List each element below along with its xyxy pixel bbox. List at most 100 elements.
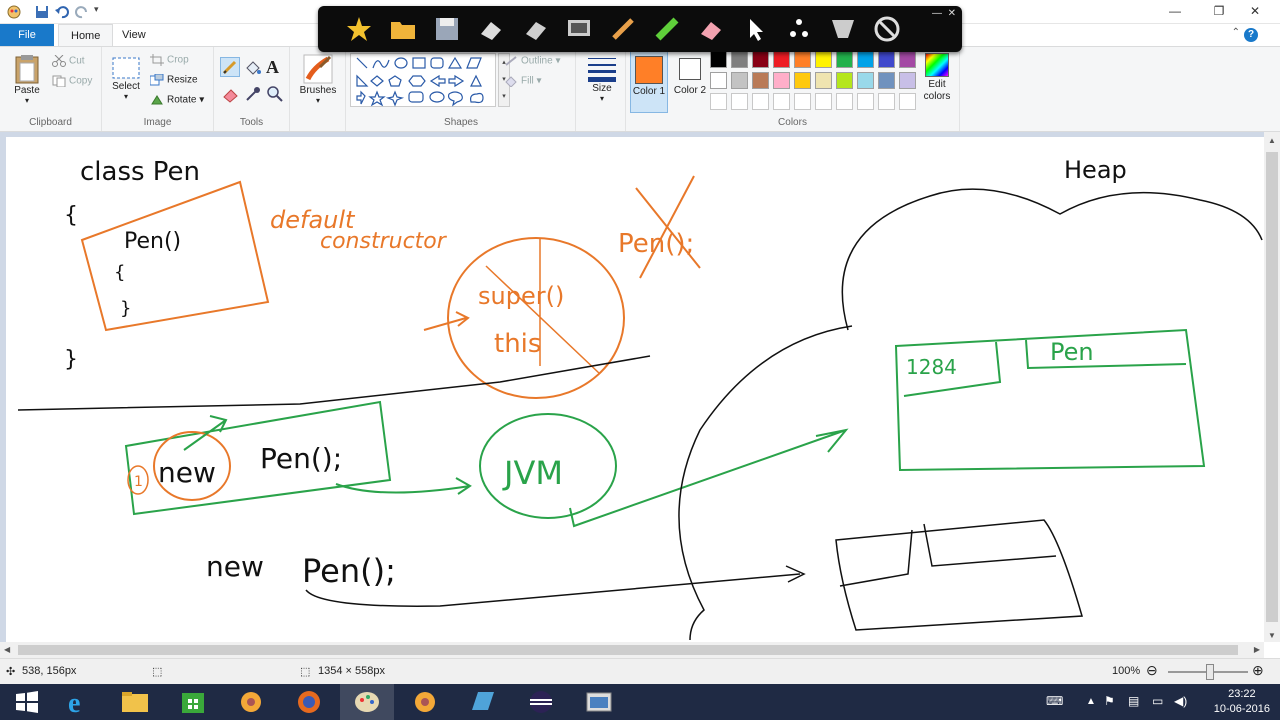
crop-button[interactable]: Crop [150, 54, 189, 66]
taskbar-app-flower[interactable] [224, 684, 278, 720]
folder-icon[interactable] [388, 14, 418, 44]
palette-custom-swatch[interactable] [836, 93, 853, 110]
palette-custom-swatch[interactable] [899, 93, 916, 110]
palette-custom-swatch[interactable] [794, 93, 811, 110]
scroll-left-icon[interactable]: ◀ [4, 645, 10, 654]
edit-colors-button[interactable]: Edit colors [918, 51, 956, 103]
fill-tool[interactable] [244, 59, 262, 77]
palette-color-swatch[interactable] [794, 72, 811, 89]
taskbar-ie[interactable]: e [54, 684, 108, 720]
battery-icon[interactable]: ▭ [1152, 694, 1163, 708]
palette-custom-swatch[interactable] [752, 93, 769, 110]
color-picker-tool[interactable] [244, 85, 262, 103]
palette-color-swatch[interactable] [815, 72, 832, 89]
palette-color-swatch[interactable] [836, 51, 853, 68]
action-center-icon[interactable]: ⚑ [1104, 694, 1115, 708]
drawing-canvas[interactable]: class Pen { } Pen() { } default construc… [6, 137, 1264, 642]
taskbar-explorer[interactable] [108, 684, 162, 720]
save-disk-icon[interactable] [432, 14, 462, 44]
collapse-ribbon-icon[interactable]: ⌃ [1232, 27, 1240, 38]
highlighter-icon[interactable] [652, 14, 682, 44]
palette-color-swatch[interactable] [731, 72, 748, 89]
annotation-close-button[interactable]: ✕ [948, 8, 956, 19]
palette-color-swatch[interactable] [857, 72, 874, 89]
pen-annot-icon[interactable] [608, 14, 638, 44]
eraser-annot-icon[interactable] [476, 14, 506, 44]
palette-custom-swatch[interactable] [878, 93, 895, 110]
palette-color-swatch[interactable] [878, 72, 895, 89]
eraser-pink-icon[interactable] [696, 14, 726, 44]
palette-color-swatch[interactable] [836, 72, 853, 89]
palette-color-swatch[interactable] [752, 72, 769, 89]
text-tool[interactable]: A [266, 57, 279, 78]
palette-color-swatch[interactable] [899, 72, 916, 89]
rotate-button[interactable]: Rotate ▾ [150, 94, 204, 106]
palette-custom-swatch[interactable] [731, 93, 748, 110]
disable-icon[interactable] [872, 14, 902, 44]
scroll-right-icon[interactable]: ▶ [1254, 645, 1260, 654]
clear-icon[interactable] [520, 14, 550, 44]
vertical-scrollbar[interactable]: ▲ ▼ [1264, 132, 1280, 642]
palette-custom-swatch[interactable] [857, 93, 874, 110]
taskbar-app-flower-2[interactable] [398, 684, 452, 720]
zoom-slider-thumb[interactable] [1206, 664, 1214, 680]
start-button[interactable] [0, 684, 54, 720]
taskbar-app-window[interactable] [572, 684, 626, 720]
close-button[interactable]: ✕ [1240, 0, 1270, 22]
save-icon[interactable] [34, 4, 50, 20]
palette-color-swatch[interactable] [752, 51, 769, 68]
palette-color-swatch[interactable] [710, 72, 727, 89]
undo-icon[interactable] [54, 4, 70, 20]
spotlight-icon[interactable] [784, 14, 814, 44]
palette-color-swatch[interactable] [731, 51, 748, 68]
outline-button[interactable]: Outline ▾ [504, 55, 561, 67]
redo-icon[interactable] [74, 4, 90, 20]
keyboard-icon[interactable]: ⌨ [1046, 694, 1063, 708]
select-button[interactable]: Select ▾ [108, 55, 144, 101]
whiteboard-icon[interactable] [828, 14, 858, 44]
volume-icon[interactable]: ◀) [1174, 694, 1187, 708]
tab-file[interactable]: File [0, 24, 54, 46]
annotation-minimize-button[interactable]: — [932, 8, 942, 19]
pointer-icon[interactable] [740, 14, 770, 44]
palette-color-swatch[interactable] [773, 72, 790, 89]
palette-color-swatch[interactable] [857, 51, 874, 68]
magnifier-tool[interactable] [266, 85, 284, 103]
star-icon[interactable] [344, 14, 374, 44]
horizontal-scroll-thumb[interactable] [18, 645, 1238, 655]
maximize-button[interactable]: ❐ [1204, 0, 1234, 22]
zoom-in-button[interactable]: ⊕ [1252, 662, 1264, 679]
scroll-up-icon[interactable]: ▲ [1268, 136, 1276, 145]
taskbar-eclipse[interactable] [514, 684, 568, 720]
taskbar-app-blue[interactable] [456, 684, 510, 720]
palette-color-swatch[interactable] [878, 51, 895, 68]
paste-button[interactable]: Paste ▾ [8, 53, 46, 105]
minimize-button[interactable]: — [1160, 0, 1190, 22]
tab-view[interactable]: View [110, 24, 158, 46]
network-icon[interactable]: ▤ [1128, 694, 1139, 708]
copy-button[interactable]: Copy [52, 75, 92, 87]
resize-button[interactable]: Resize [150, 74, 198, 86]
fill-button[interactable]: Fill ▾ [504, 75, 542, 87]
taskbar-firefox[interactable] [282, 684, 336, 720]
palette-custom-swatch[interactable] [773, 93, 790, 110]
system-clock[interactable]: 23:22 10-06-2016 [1214, 687, 1270, 717]
color1-button[interactable]: Color 1 [630, 51, 668, 113]
horizontal-scrollbar[interactable]: ◀ ▶ [0, 642, 1264, 658]
pencil-tool[interactable] [220, 57, 240, 77]
show-hidden-icons[interactable]: ▲ [1086, 696, 1096, 707]
palette-color-swatch[interactable] [794, 51, 811, 68]
cut-button[interactable]: Cut [52, 55, 85, 67]
size-button[interactable]: Size ▾ [582, 55, 622, 103]
eraser-tool[interactable] [222, 85, 240, 103]
zoom-out-button[interactable]: ⊖ [1146, 662, 1158, 679]
palette-color-swatch[interactable] [773, 51, 790, 68]
palette-custom-swatch[interactable] [815, 93, 832, 110]
screen-icon[interactable] [564, 14, 594, 44]
shapes-gallery[interactable] [350, 53, 496, 107]
brushes-button[interactable]: Brushes ▾ [296, 53, 340, 105]
palette-custom-swatch[interactable] [710, 93, 727, 110]
palette-color-swatch[interactable] [815, 51, 832, 68]
color2-button[interactable]: Color 2 [672, 51, 708, 113]
scroll-down-icon[interactable]: ▼ [1268, 631, 1276, 640]
